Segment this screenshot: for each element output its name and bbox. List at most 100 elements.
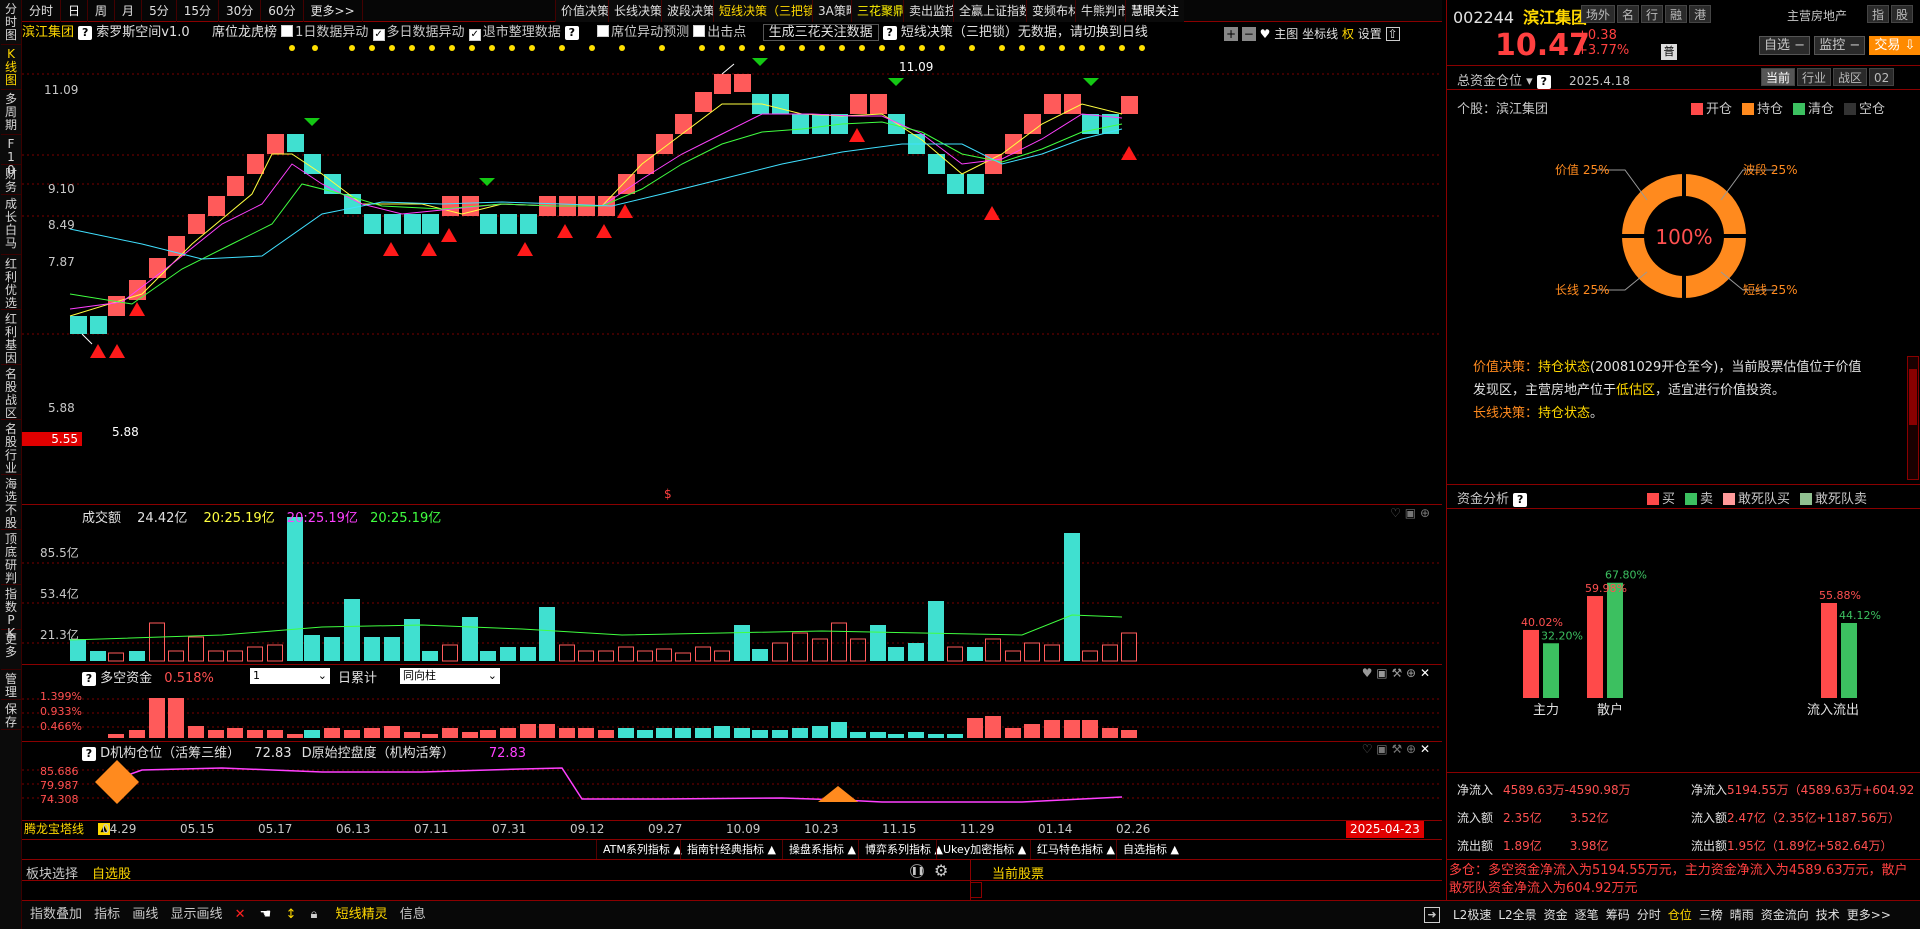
left-tab-12[interactable]: 指数PK	[1, 585, 21, 640]
kline-chart[interactable]: 11.09 9.10 8.49 7.87 5.88 5.55 11.09 5.8…	[22, 44, 1442, 504]
stock-tag-2[interactable]: 行	[1641, 5, 1664, 23]
zoom-icon[interactable]: ⊕	[1406, 666, 1416, 680]
fund-period-tab-0[interactable]: 当前	[1761, 68, 1796, 86]
tool-icon[interactable]: ⚒	[1391, 666, 1402, 680]
quan-button[interactable]: 权	[1342, 27, 1354, 41]
period-tab-3[interactable]: 月	[115, 0, 143, 22]
gear-icon[interactable]: ⚙	[934, 861, 948, 880]
stock-tag-4[interactable]: 港	[1689, 5, 1712, 23]
duokong-select-2[interactable]: 同向柱 ⌄	[400, 668, 500, 684]
show-lines-button[interactable]: 显示画线	[170, 907, 222, 922]
zoom-in-icon[interactable]: +	[1224, 27, 1238, 41]
quote-type-tab-1[interactable]: 股	[1891, 5, 1914, 23]
period-tab-4[interactable]: 5分	[142, 0, 177, 22]
delete-icon[interactable]: ✕	[235, 907, 246, 922]
dropdown-icon[interactable]: ▾	[1522, 74, 1537, 89]
left-tab-13[interactable]: 更多	[1, 630, 21, 670]
formula-tab-2[interactable]: 操盘系指标 ▲	[782, 840, 856, 860]
zoom-out-icon[interactable]: −	[1241, 27, 1256, 41]
stock-tag-1[interactable]: 名	[1617, 5, 1640, 23]
help-icon[interactable]: ?	[82, 672, 96, 686]
fund-period-tab-2[interactable]: 战区	[1833, 68, 1868, 86]
volume-panel[interactable]: 成交额 24.42亿 20:25.19亿 20:25.19亿 20:25.19亿…	[22, 504, 1442, 664]
checkbox-attack[interactable]	[693, 25, 706, 37]
help-icon[interactable]: ?	[882, 26, 897, 40]
checkbox-1day[interactable]	[281, 25, 294, 37]
indicator-button[interactable]: 指标	[94, 907, 120, 922]
formula-tab-3[interactable]: 博弈系列指标 ▲	[858, 840, 943, 860]
right-bottom-tab-6[interactable]: 仓位	[1668, 908, 1692, 922]
zoom-icon[interactable]: ⊕	[1420, 506, 1430, 520]
right-bottom-tab-8[interactable]: 晴雨	[1730, 908, 1754, 922]
fund-period-tab-3[interactable]: 02	[1869, 68, 1895, 86]
hand-icon[interactable]: ☚	[260, 907, 272, 922]
indicator-name[interactable]: 索罗斯空间v1.0	[96, 25, 189, 40]
quote-type-tab-0[interactable]: 指	[1867, 5, 1890, 23]
main-chart-button[interactable]: 主图	[1274, 27, 1298, 41]
left-tab-5[interactable]: 成长白马	[1, 195, 21, 255]
heart-icon[interactable]: ♥	[1260, 27, 1271, 41]
save-icon[interactable]: ▣	[1376, 666, 1387, 680]
duokong-panel[interactable]: ? 多空资金 0.518% 1 ⌄ 日累计 同向柱 ⌄ 1.399% 0.933% …	[22, 664, 1442, 741]
help-icon[interactable]: ?	[1513, 493, 1528, 507]
help-icon[interactable]: ?	[82, 747, 96, 761]
rank-label[interactable]: 席位龙虎榜	[212, 25, 277, 40]
left-tab-4[interactable]: 财务	[1, 165, 21, 195]
period-tab-7[interactable]: 60分	[261, 0, 304, 22]
right-bottom-tab-9[interactable]: 资金流向	[1761, 908, 1809, 922]
stock-tag-3[interactable]: 融	[1665, 5, 1688, 23]
formula-tab-4[interactable]: Ukey加密指标 ▲	[936, 840, 1026, 860]
info-button[interactable]: 信息	[400, 907, 426, 922]
heart-icon[interactable]: ♡	[1390, 506, 1401, 520]
left-tab-9[interactable]: 名股行业	[1, 420, 21, 475]
period-tab-0[interactable]: 分时	[22, 0, 62, 22]
help-icon[interactable]: ?	[78, 26, 93, 40]
monitor-button[interactable]: 监控 −	[1814, 36, 1866, 55]
institution-panel[interactable]: ? D机构仓位（活筹三维） 72.83 D原始控盘度（机构活筹） 72.83 8…	[22, 741, 1442, 820]
draw-line-button[interactable]: 画线	[132, 907, 158, 922]
left-tab-8[interactable]: 名股战区	[1, 365, 21, 420]
checkbox-delist[interactable]: ✓	[468, 29, 481, 41]
scrollbar-thumb[interactable]	[1909, 369, 1917, 425]
formula-tab-1[interactable]: 指南针经典指标 ▲	[680, 840, 776, 860]
period-tab-1[interactable]: 日	[61, 0, 89, 22]
lock-icon[interactable]: 🔒︎	[311, 907, 318, 922]
period-tab-8[interactable]: 更多>>	[304, 0, 363, 22]
strategy-button-7[interactable]: 全赢上证指数	[953, 0, 1037, 22]
right-bottom-tab-11[interactable]: 更多>>	[1847, 908, 1891, 922]
short-spirit-button[interactable]: 短线精灵	[336, 907, 388, 922]
right-bottom-tab-3[interactable]: 逐笔	[1575, 908, 1599, 922]
period-tab-2[interactable]: 周	[88, 0, 116, 22]
right-bottom-tab-0[interactable]: L2极速	[1453, 908, 1491, 922]
close-icon[interactable]: ✕	[1420, 742, 1430, 756]
left-tab-3[interactable]: F10	[1, 135, 21, 177]
help-icon[interactable]: ?	[1536, 75, 1551, 89]
zixuan-button[interactable]: 自选 −	[1759, 36, 1811, 55]
trade-button[interactable]: 交易 ⇩	[1869, 36, 1920, 55]
period-tab-6[interactable]: 30分	[219, 0, 262, 22]
period-tab-5[interactable]: 15分	[177, 0, 219, 22]
strategy-button-1[interactable]: 长线决策	[608, 0, 668, 22]
right-bottom-tab-10[interactable]: 技术	[1816, 908, 1840, 922]
zoom-icon[interactable]: ⊕	[1406, 742, 1416, 756]
close-icon[interactable]: ✕	[1420, 666, 1430, 680]
formula-tab-0[interactable]: ATM系列指标 ▲	[596, 840, 682, 860]
left-tab-14[interactable]: 管理	[1, 670, 21, 700]
help-icon[interactable]: ?	[564, 26, 579, 40]
left-tab-7[interactable]: 红利基因	[1, 310, 21, 365]
overlay-index-button[interactable]: 指数叠加	[30, 907, 82, 922]
checkbox-multiday[interactable]: ✓	[372, 29, 385, 41]
right-bottom-tab-4[interactable]: 筹码	[1606, 908, 1630, 922]
axis-button[interactable]: 坐标线	[1302, 27, 1338, 41]
scroll-box[interactable]	[970, 882, 982, 898]
strategy-button-2[interactable]: 波段决策	[661, 0, 721, 22]
move-icon[interactable]: ↕	[285, 907, 296, 922]
formula-tab-5[interactable]: 红马特色指标 ▲	[1030, 840, 1115, 860]
save-icon[interactable]: ▣	[1405, 506, 1416, 520]
formula-tab-6[interactable]: 自选指标 ▲	[1116, 840, 1179, 860]
strategy-button-0[interactable]: 价值决策	[555, 0, 615, 22]
strategy-button-5[interactable]: 三花聚鼎	[851, 0, 911, 22]
left-tab-0[interactable]: 分时图	[1, 0, 21, 45]
fund-label[interactable]: 总资金仓位	[1457, 74, 1522, 89]
arrow-right-icon[interactable]: ➜	[1424, 907, 1440, 923]
